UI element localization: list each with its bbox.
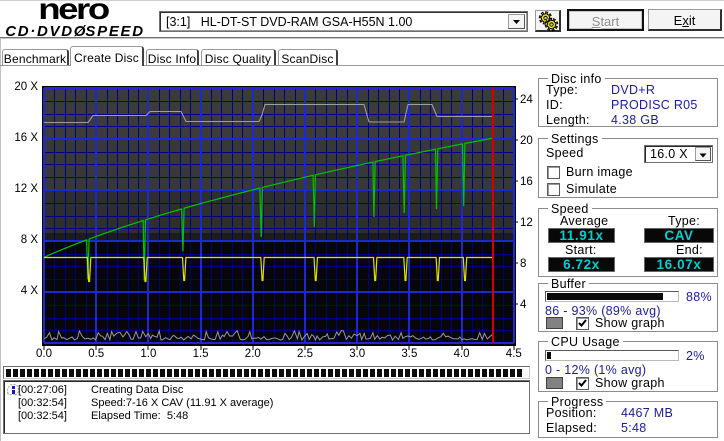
svg-text:0.5: 0.5 — [88, 348, 104, 360]
svg-text:3.5: 3.5 — [401, 348, 417, 360]
svg-text:4 X: 4 X — [21, 285, 39, 297]
svg-text:2.5: 2.5 — [297, 348, 313, 360]
svg-text:12: 12 — [520, 217, 533, 229]
svg-text:20 X: 20 X — [14, 81, 38, 93]
svg-text:16: 16 — [520, 176, 533, 188]
svg-text:3.0: 3.0 — [349, 348, 365, 360]
svg-text:1.5: 1.5 — [193, 348, 209, 360]
svg-text:4.0: 4.0 — [454, 348, 470, 360]
svg-text:24: 24 — [520, 94, 533, 106]
svg-text:2.0: 2.0 — [245, 348, 261, 360]
svg-text:0.0: 0.0 — [36, 348, 52, 360]
svg-text:8: 8 — [520, 258, 526, 270]
svg-text:20: 20 — [520, 135, 533, 147]
svg-text:4.5: 4.5 — [506, 348, 522, 360]
svg-text:4: 4 — [520, 299, 527, 311]
svg-text:12 X: 12 X — [14, 183, 38, 195]
svg-text:1.0: 1.0 — [140, 348, 156, 360]
svg-text:16 X: 16 X — [14, 132, 38, 144]
svg-text:8 X: 8 X — [21, 234, 39, 246]
